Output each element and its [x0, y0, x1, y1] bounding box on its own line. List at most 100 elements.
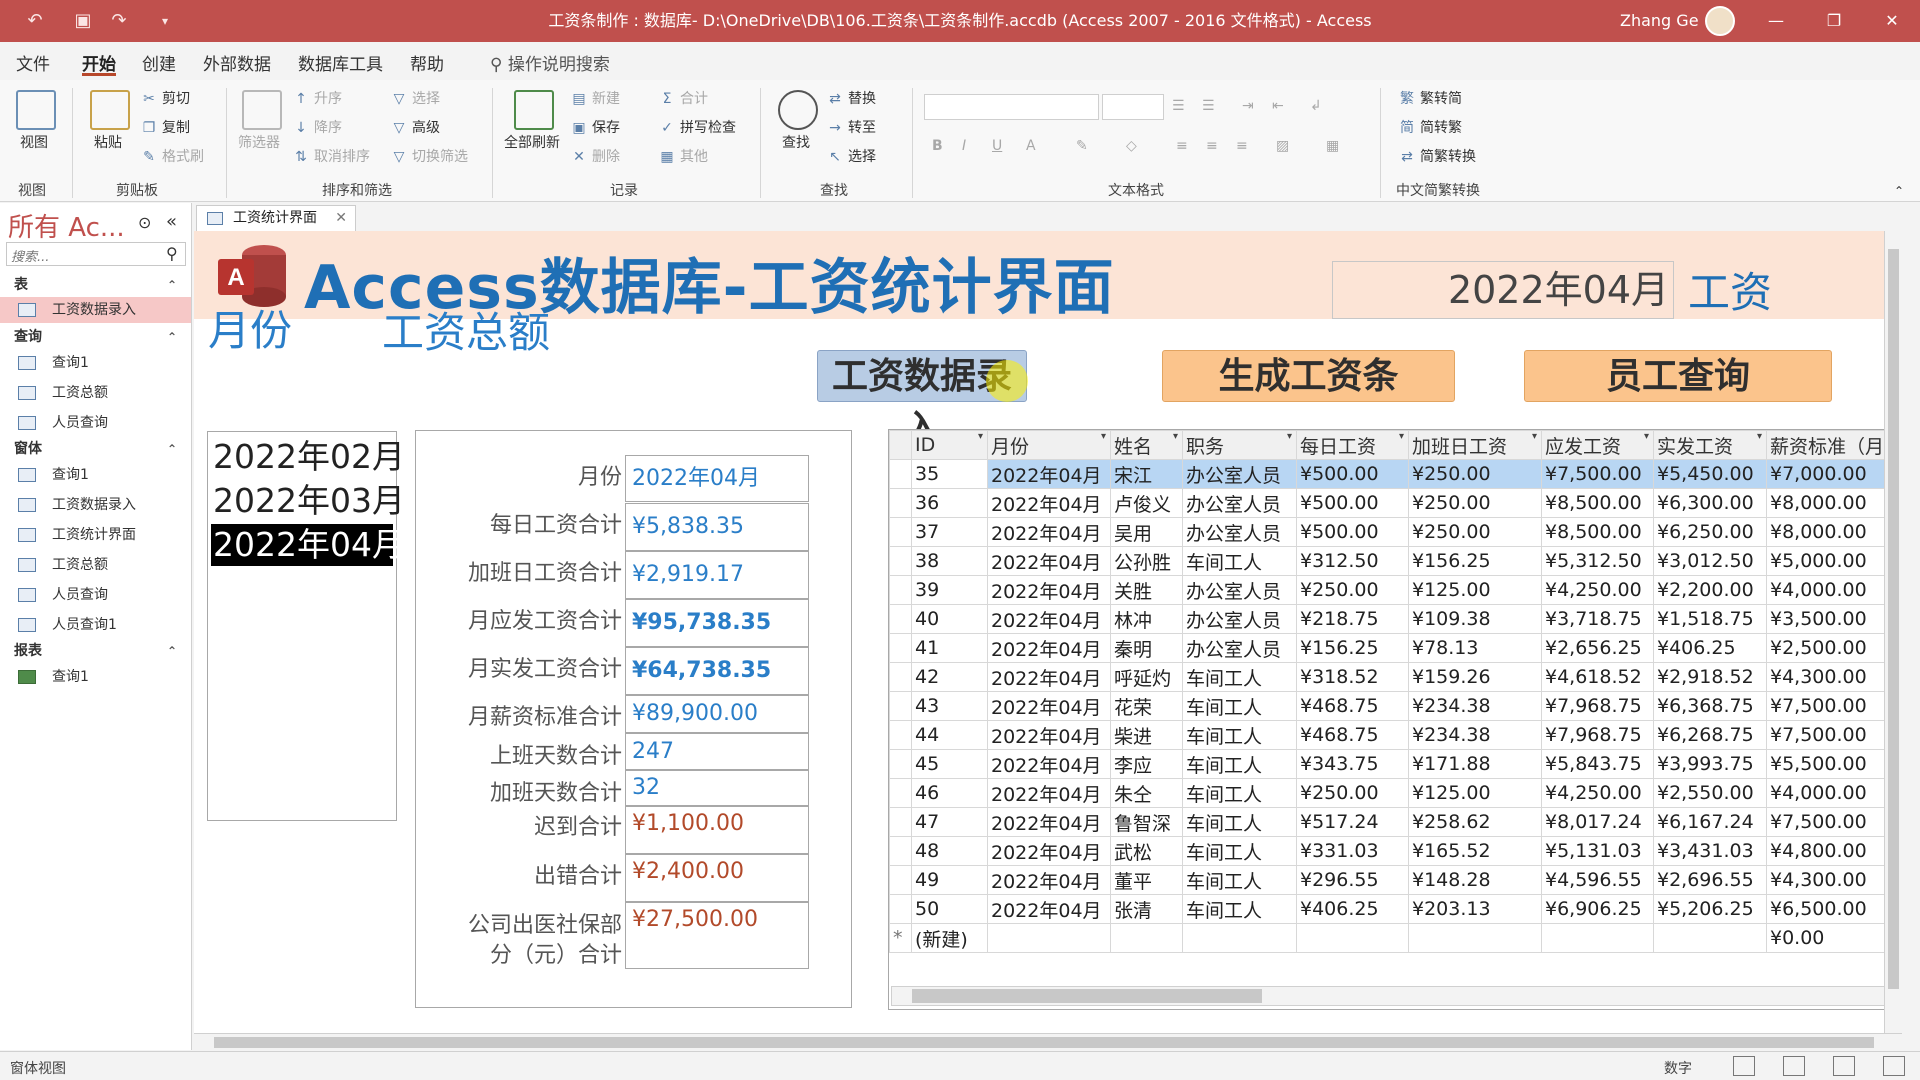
nav-pane-title[interactable]: 所有 Ac...	[8, 207, 125, 244]
cell-position[interactable]: 车间工人	[1182, 749, 1297, 779]
summary-value-workdays[interactable]: 247	[625, 733, 809, 770]
datasheet-view-icon[interactable]	[1783, 1056, 1805, 1076]
copy-button[interactable]: ❐ 复制	[140, 117, 190, 137]
cell-month[interactable]: 2022年04月	[987, 662, 1111, 692]
italic-button[interactable]: I	[962, 138, 966, 154]
cut-button[interactable]: ✂ 剪切	[140, 88, 190, 108]
cell-position[interactable]: 办公室人员	[1182, 575, 1297, 605]
cell-id[interactable]: 37	[911, 517, 988, 547]
chevron-down-icon[interactable]: ▾	[978, 432, 983, 443]
cell-standard-salary[interactable]: ¥7,000.00	[1766, 459, 1901, 489]
row-selector[interactable]	[889, 604, 912, 634]
cell-gross-pay[interactable]: ¥4,596.55	[1541, 865, 1654, 895]
cell-id[interactable]: 43	[911, 691, 988, 721]
row-selector[interactable]	[889, 517, 912, 547]
new-record-button[interactable]: ▤ 新建	[570, 88, 620, 108]
cell-id[interactable]: 48	[911, 836, 988, 866]
cell-standard-salary[interactable]: ¥4,300.00	[1766, 865, 1901, 895]
tab-file[interactable]: 文件	[16, 50, 50, 76]
table-row[interactable]: 46 2022年04月 朱仝 车间工人 ¥250.00 ¥125.00 ¥4,250.00 ¥…	[889, 778, 1901, 808]
row-selector[interactable]	[889, 778, 912, 808]
cell-position[interactable]: 办公室人员	[1182, 517, 1297, 547]
nav-item-query1[interactable]: 查询1	[0, 350, 191, 376]
column-header-month[interactable]: 月份 ▾	[987, 430, 1111, 460]
generate-slip-button[interactable]: 生成工资条	[1162, 350, 1455, 402]
summary-value-late-total[interactable]: ¥1,100.00	[625, 806, 809, 854]
close-button[interactable]: ✕	[1864, 0, 1920, 42]
chevron-down-icon[interactable]: ▾	[1757, 432, 1762, 443]
cell-overtime-wage[interactable]: ¥234.38	[1408, 720, 1542, 750]
row-selector[interactable]	[889, 662, 912, 692]
cell-overtime-wage[interactable]: ¥109.38	[1408, 604, 1542, 634]
row-selector[interactable]	[889, 575, 912, 605]
cell-daily-wage[interactable]: ¥318.52	[1296, 662, 1409, 692]
chevron-down-icon[interactable]: ▾	[1399, 432, 1404, 443]
cell-net-pay[interactable]: ¥3,431.03	[1653, 836, 1767, 866]
cell-standard-salary[interactable]: ¥4,800.00	[1766, 836, 1901, 866]
cell-name[interactable]: 董平	[1110, 865, 1183, 895]
cell-month[interactable]: 2022年04月	[987, 575, 1111, 605]
cell-id[interactable]: 45	[911, 749, 988, 779]
cell-empty[interactable]	[1182, 923, 1297, 953]
fill-color-icon[interactable]: ◇	[1126, 138, 1137, 154]
cell-month[interactable]: 2022年04月	[987, 807, 1111, 837]
more-button[interactable]: ▦ 其他	[658, 146, 708, 166]
cell-net-pay[interactable]: ¥6,268.75	[1653, 720, 1767, 750]
nav-item-form-salary-stats[interactable]: 工资统计界面	[0, 522, 191, 548]
table-row[interactable]: 48 2022年04月 武松 车间工人 ¥331.03 ¥165.52 ¥5,131.03 ¥…	[889, 836, 1901, 866]
chevron-down-icon[interactable]: ▾	[1644, 432, 1649, 443]
cell-standard-salary[interactable]: ¥4,000.00	[1766, 575, 1901, 605]
cell-net-pay[interactable]: ¥2,200.00	[1653, 575, 1767, 605]
toggle-filter-button[interactable]: ▽ 切换筛选	[390, 146, 468, 166]
font-size-select[interactable]	[1102, 94, 1164, 120]
cell-daily-wage[interactable]: ¥406.25	[1296, 894, 1409, 924]
row-selector[interactable]	[889, 865, 912, 895]
table-row[interactable]: 38 2022年04月 公孙胜 车间工人 ¥312.50 ¥156.25 ¥5,312.50…	[889, 546, 1901, 576]
cell-month[interactable]: 2022年04月	[987, 894, 1111, 924]
cell-month[interactable]: 2022年04月	[987, 749, 1111, 779]
form-vertical-scrollbar[interactable]	[1884, 231, 1902, 1033]
summary-value-social-insurance[interactable]: ¥27,500.00	[625, 902, 809, 969]
selection-button[interactable]: ▽ 选择	[390, 88, 440, 108]
cell-position[interactable]: 办公室人员	[1182, 459, 1297, 489]
cell-daily-wage[interactable]: ¥500.00	[1296, 459, 1409, 489]
cell-standard-salary[interactable]: ¥2,500.00	[1766, 633, 1901, 663]
scrollbar-thumb[interactable]	[214, 1037, 1874, 1048]
row-selector[interactable]	[889, 894, 912, 924]
nav-item-form-query1[interactable]: 查询1	[0, 462, 191, 488]
nav-section-reports[interactable]: 报表 ⌃	[0, 639, 191, 663]
redo-icon[interactable]: ↷	[106, 8, 132, 34]
numbering-icon[interactable]: ☰	[1202, 98, 1215, 114]
cell-gross-pay[interactable]: ¥7,968.75	[1541, 691, 1654, 721]
nav-item-form-staff-query1[interactable]: 人员查询1	[0, 612, 191, 638]
cell-name[interactable]: 花荣	[1110, 691, 1183, 721]
design-view-icon[interactable]	[1883, 1056, 1905, 1076]
cell-daily-wage[interactable]: ¥250.00	[1296, 778, 1409, 808]
cell-name[interactable]: 卢俊义	[1110, 488, 1183, 518]
table-row[interactable]: 40 2022年04月 林冲 办公室人员 ¥218.75 ¥109.38 ¥3,718.75…	[889, 604, 1901, 634]
table-row[interactable]: 44 2022年04月 柴进 车间工人 ¥468.75 ¥234.38 ¥7,968.75 ¥…	[889, 720, 1901, 750]
cell-daily-wage[interactable]: ¥331.03	[1296, 836, 1409, 866]
nav-item-form-salary-entry[interactable]: 工资数据录入	[0, 492, 191, 518]
cell-net-pay[interactable]: ¥5,450.00	[1653, 459, 1767, 489]
cell-id[interactable]: 35	[911, 459, 988, 489]
cell-net-pay[interactable]: ¥406.25	[1653, 633, 1767, 663]
nav-item-query-staff[interactable]: 人员查询	[0, 410, 191, 436]
cell-name[interactable]: 林冲	[1110, 604, 1183, 634]
font-color-icon[interactable]: A	[1026, 138, 1036, 154]
table-row[interactable]: 49 2022年04月 董平 车间工人 ¥296.55 ¥148.28 ¥4,596.55 ¥…	[889, 865, 1901, 895]
column-header-gross-pay[interactable]: 应发工资 ▾	[1541, 430, 1654, 460]
cell-id[interactable]: 49	[911, 865, 988, 895]
cell-month[interactable]: 2022年04月	[987, 517, 1111, 547]
search-icon[interactable]: ⚲	[166, 244, 178, 263]
cell-net-pay[interactable]: ¥6,250.00	[1653, 517, 1767, 547]
cell-id[interactable]: 50	[911, 894, 988, 924]
cell-overtime-wage[interactable]: ¥78.13	[1408, 633, 1542, 663]
cell-net-pay[interactable]: ¥2,918.52	[1653, 662, 1767, 692]
column-header-daily-wage[interactable]: 每日工资 ▾	[1296, 430, 1409, 460]
cell-overtime-wage[interactable]: ¥250.00	[1408, 517, 1542, 547]
cell-id[interactable]: 44	[911, 720, 988, 750]
underline-button[interactable]: U	[992, 138, 1002, 154]
simp-to-trad-button[interactable]: 简简转繁	[1398, 117, 1462, 137]
highlight-icon[interactable]: ✎	[1076, 138, 1088, 154]
